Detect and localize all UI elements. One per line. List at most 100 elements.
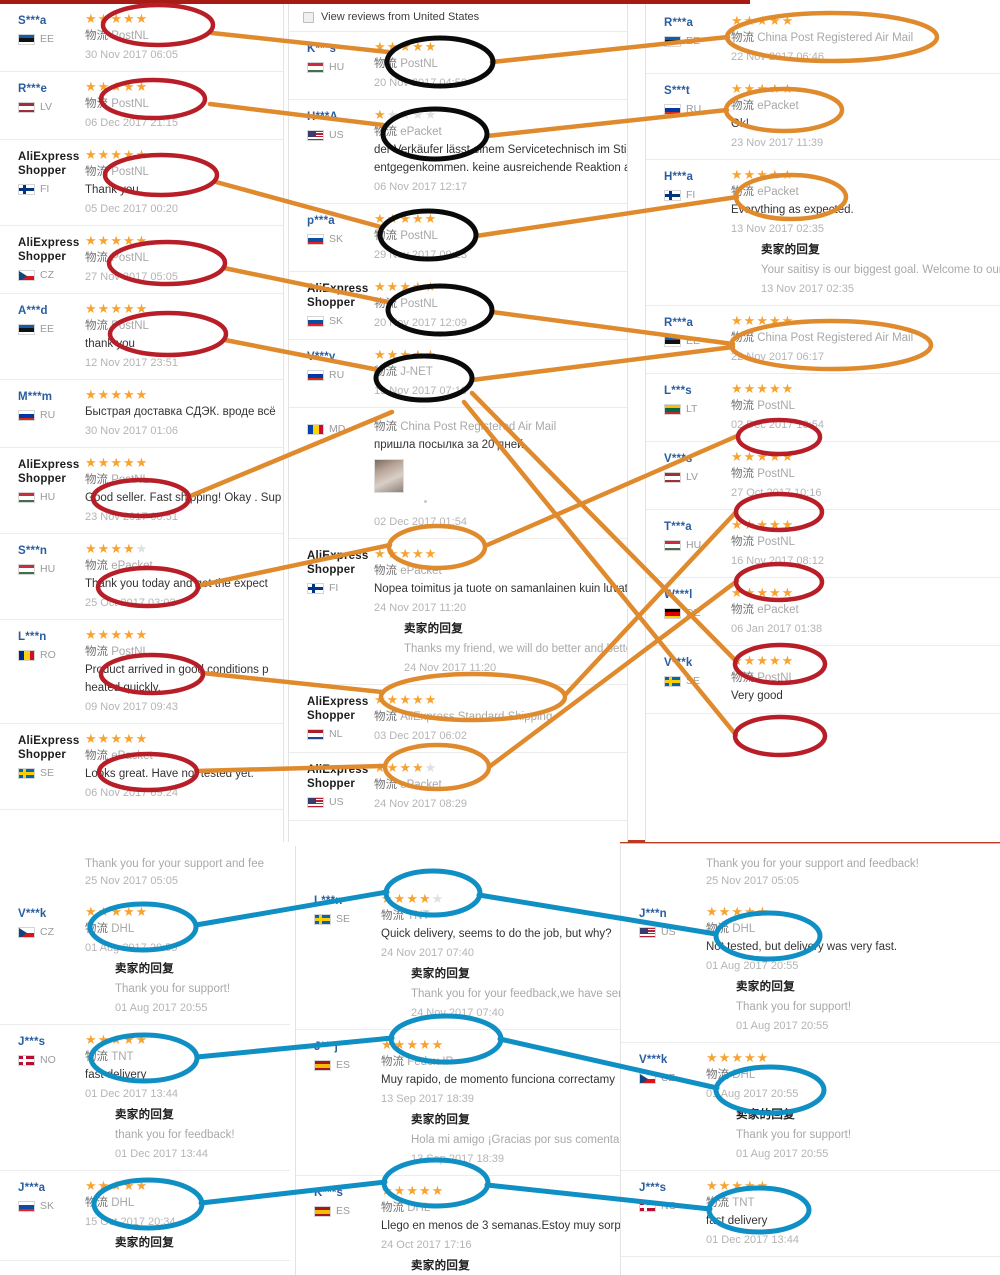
review-author: J***a SK <box>0 1180 85 1251</box>
username: T***a <box>664 521 692 533</box>
review-author: AliExpress Shopper HU <box>0 457 85 524</box>
seller-reply-title: 卖家的回复 <box>115 963 174 975</box>
logistics-carrier: 物流 ePacket <box>731 100 799 112</box>
partial-seller-reply: Thank you for your support and fee 25 Nov… <box>0 854 290 897</box>
checkbox-icon[interactable] <box>303 11 314 23</box>
review-author: K***s HU <box>289 41 374 90</box>
review-row[interactable]: L***s LT ★★★★★ 物流 PostNL 02 Dec 2017 13:54 <box>646 374 1000 442</box>
country-code: DE <box>686 607 701 619</box>
star-rating: ★★★★★ <box>381 891 445 906</box>
review-author: AliExpress Shopper SE <box>0 733 85 800</box>
country: CZ <box>18 926 85 938</box>
review-row[interactable]: K***s ES ★★★★★ 物流 DHL Llego en menos de 3 se… <box>296 1176 625 1275</box>
star-rating: ★★★★★ <box>85 541 149 556</box>
review-row[interactable]: AliExpress Shopper SK ★★★★★ 物流 PostNL 20 Nov… <box>289 272 627 340</box>
flag-icon-hu <box>307 61 324 73</box>
view-reviews-filter[interactable]: View reviews from United States <box>289 4 627 32</box>
review-date: 24 Nov 2017 07:40 <box>381 947 474 959</box>
review-row[interactable]: V***k SE ★★★★★ 物流 PostNL Very good <box>646 646 1000 714</box>
review-row[interactable]: V***k CZ ★★★★★ 物流 DHL 01 Aug 2017 20:55 卖家的回复… <box>621 1043 1000 1171</box>
seller-reply: 卖家的回复 Your saitisy is our biggest goal. W… <box>731 243 1000 296</box>
review-row[interactable]: T***a HU ★★★★★ 物流 PostNL 16 Nov 2017 08:12 <box>646 510 1000 578</box>
logistics-carrier: 物流 ePacket <box>374 779 442 791</box>
star-rating: ★★★★★ <box>85 455 149 470</box>
username: J***n <box>639 908 667 920</box>
review-row[interactable]: L***n RO ★★★★★ 物流 PostNL Product arrived in … <box>0 620 283 724</box>
country: CZ <box>639 1072 706 1084</box>
country: HU <box>18 563 85 575</box>
review-row[interactable]: J***s NO ★★★★★ 物流 TNT fast delivery 01 Dec 20… <box>0 1025 290 1171</box>
review-comment-line2: heated quickly. <box>85 682 161 694</box>
country: ES <box>314 1059 381 1071</box>
star-rating: ★★★★★ <box>85 233 149 248</box>
partial-seller-reply: Thank you for your support and feedback!… <box>621 854 1000 897</box>
review-row[interactable]: MD 物流 China Post Registered Air Mail пришл… <box>289 408 627 539</box>
country: SE <box>18 767 85 779</box>
review-author: V***k CZ <box>0 906 85 1015</box>
review-row[interactable]: S***n HU ★★★★★ 物流 ePacket Thank you today an… <box>0 534 283 620</box>
review-date: 24 Oct 2017 17:16 <box>381 1239 472 1251</box>
seller-reply-text: Thanks my friend, we will do better and … <box>404 643 628 655</box>
country: RO <box>18 649 85 661</box>
country: NL <box>307 728 374 740</box>
flag-icon-ee <box>18 33 35 45</box>
review-row[interactable]: R***a EE ★★★★★ 物流 China Post Registered Air… <box>646 6 1000 74</box>
review-row[interactable]: J***n US ★★★★★ 物流 DHL Not tested, but delive… <box>621 897 1000 1043</box>
username: J***s <box>639 1182 667 1194</box>
review-date: 15 Oct 2017 20:34 <box>85 1216 176 1228</box>
seller-reply-date: 25 Nov 2017 05:05 <box>85 875 178 887</box>
review-row[interactable]: R***e LV ★★★★★ 物流 PostNL 06 Dec 2017 21:15 <box>0 72 283 140</box>
review-row[interactable]: J***a SK ★★★★★ 物流 DHL 15 Oct 2017 20:34 卖家的回复 <box>0 1171 290 1261</box>
country: EE <box>664 335 731 347</box>
review-row[interactable]: J***j ES ★★★★★ 物流 Fedex IP Muy rapido, de mo… <box>296 1030 625 1176</box>
review-row[interactable]: AliExpress Shopper SE ★★★★★ 物流 ePacket Looks… <box>0 724 283 810</box>
review-comment-line2: entgegenkommen. keine ausreichende Reakt… <box>374 162 628 174</box>
review-row[interactable]: V***y RU ★★★★★ 物流 J-NET 19 Nov 2017 07:10 <box>289 340 627 408</box>
screenshot-root: S***a EE ★★★★★ 物流 PostNL 30 Nov 2017 06:05 R*… <box>0 0 1000 1275</box>
flag-icon-ee <box>18 323 35 335</box>
seller-reply: 卖家的回复 thank you for feedback! 01 Dec 2017 … <box>85 1108 284 1161</box>
review-photo-thumbnail[interactable] <box>374 459 404 493</box>
country-code: FI <box>40 183 50 195</box>
country-code: HU <box>40 563 56 575</box>
flag-icon-se <box>664 675 681 687</box>
review-author: S***n HU <box>0 543 85 610</box>
flag-icon-us <box>307 129 324 141</box>
review-row[interactable]: R***a EE ★★★★★ 物流 China Post Registered Air… <box>646 306 1000 374</box>
review-row[interactable]: S***t RU ★★★★★ 物流 ePacket Ok! 23 Nov 2017 11:… <box>646 74 1000 160</box>
username: H***A <box>307 111 339 123</box>
review-body: ★★★★★ 物流 ePacket 24 Nov 2017 08:29 <box>374 761 627 811</box>
review-row[interactable]: K***s HU ★★★★★ 物流 PostNL 20 Nov 2017 04:50 <box>289 32 627 100</box>
review-row[interactable]: V***s LV ★★★★★ 物流 PostNL 27 Oct 2017 10:16 <box>646 442 1000 510</box>
review-row[interactable]: AliExpress Shopper NL ★★★★★ 物流 AliExpress S… <box>289 685 627 753</box>
review-row[interactable]: V***k CZ ★★★★★ 物流 DHL 01 Aug 2017 20:55 卖家的回复… <box>0 897 290 1025</box>
review-body: ★★★★★ 物流 TNT Quick delivery, seems to do t… <box>381 891 625 1020</box>
country: LV <box>664 471 731 483</box>
review-row[interactable]: AliExpress Shopper CZ ★★★★★ 物流 PostNL 27 Nov… <box>0 226 283 294</box>
review-row[interactable]: AliExpress Shopper HU ★★★★★ 物流 PostNL Good s… <box>0 448 283 534</box>
review-row[interactable]: AliExpress Shopper US ★★★★★ 物流 ePacket 24 No… <box>289 753 627 821</box>
country-code: FI <box>686 189 696 201</box>
review-row[interactable]: H***a FI ★★★★★ 物流 ePacket Everything as expe… <box>646 160 1000 306</box>
review-row[interactable]: p***a SK ★★★★★ 物流 PostNL 29 Nov 2017 09:23 <box>289 204 627 272</box>
review-row[interactable]: AliExpress Shopper FI ★★★★★ 物流 ePacket Nopea… <box>289 539 627 685</box>
logistics-carrier: 物流 ePacket <box>85 560 153 572</box>
review-row[interactable]: M***m RU ★★★★★ Быстрая доставка СДЭК. вроде… <box>0 380 283 448</box>
review-body: ★★★★★ 物流 PostNL 29 Nov 2017 09:23 <box>374 212 627 262</box>
review-row[interactable]: J***s NO ★★★★★ 物流 TNT fast delivery 01 Dec 20… <box>621 1171 1000 1257</box>
review-comment: Nopea toimitus ja tuote on samanlainen k… <box>374 583 628 595</box>
review-author: H***A US <box>289 109 374 194</box>
review-comment: fast delivery <box>85 1069 147 1081</box>
review-author: T***a HU <box>646 519 731 568</box>
review-row[interactable]: H***A US ★★★★★ 物流 ePacket der Verkäufer läss… <box>289 100 627 204</box>
review-row[interactable]: W***l DE ★★★★★ 物流 ePacket 06 Jan 2017 01:38 <box>646 578 1000 646</box>
logistics-carrier: 物流 China Post Registered Air Mail <box>731 332 914 344</box>
country: HU <box>18 491 85 503</box>
review-row[interactable]: L***n SE ★★★★★ 物流 TNT Quick delivery, seems … <box>296 884 625 1030</box>
review-row[interactable]: S***a EE ★★★★★ 物流 PostNL 30 Nov 2017 06:05 <box>0 4 283 72</box>
review-row[interactable]: A***d EE ★★★★★ 物流 PostNL thank you 12 Nov 201… <box>0 294 283 380</box>
review-row[interactable]: AliExpress Shopper FI ★★★★★ 物流 PostNL Thank … <box>0 140 283 226</box>
country: LT <box>664 403 731 415</box>
review-date: 01 Aug 2017 20:55 <box>85 942 178 954</box>
review-comment: Not tested, but delivery was very fast. <box>706 941 898 953</box>
